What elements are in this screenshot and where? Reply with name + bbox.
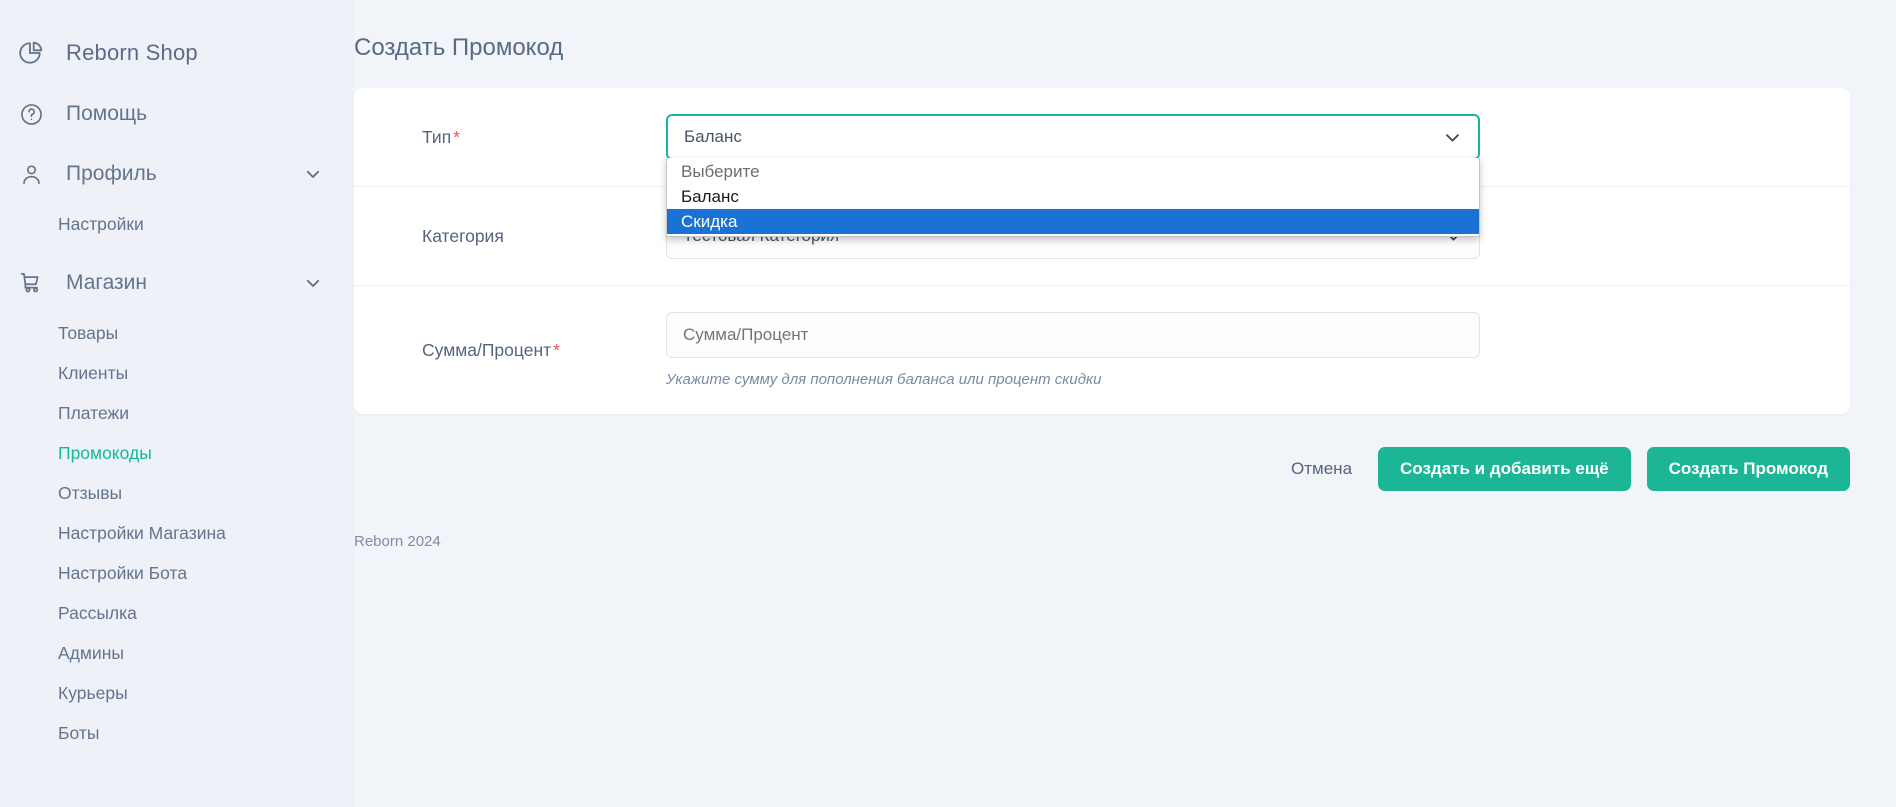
create-promocode-button[interactable]: Создать Промокод bbox=[1646, 447, 1850, 491]
sidebar-item-admins-label: Админы bbox=[58, 642, 124, 663]
sidebar-item-settings-label: Настройки bbox=[58, 213, 144, 234]
amount-field-label: Сумма/Процент * bbox=[388, 340, 666, 361]
cancel-button[interactable]: Отмена bbox=[1281, 453, 1362, 485]
content-inner: Создать Промокод Тип * Баланс Выберите Б… bbox=[354, 0, 1850, 550]
type-option-discount[interactable]: Скидка bbox=[667, 209, 1479, 234]
brand-label: Reborn Shop bbox=[66, 40, 198, 65]
type-option-placeholder[interactable]: Выберите bbox=[667, 159, 1479, 184]
amount-hint: Укажите сумму для пополнения баланса или… bbox=[666, 371, 1102, 388]
form-row-type: Тип * Баланс Выберите Баланс Скидка bbox=[354, 88, 1850, 237]
sidebar-item-bot-settings[interactable]: Настройки Бота bbox=[0, 553, 354, 593]
amount-field-col: Укажите сумму для пополнения баланса или… bbox=[666, 312, 1480, 388]
chevron-down-icon bbox=[304, 165, 322, 183]
type-option-balance[interactable]: Баланс bbox=[667, 184, 1479, 209]
user-icon bbox=[14, 157, 48, 191]
type-field-col: Баланс Выберите Баланс Скидка bbox=[666, 114, 1480, 237]
question-circle-icon bbox=[14, 97, 48, 131]
sidebar-item-bot-settings-label: Настройки Бота bbox=[58, 562, 188, 583]
form-row-amount: Сумма/Процент* Укажите сумму для пополне… bbox=[354, 286, 1850, 414]
brand[interactable]: Reborn Shop bbox=[0, 22, 354, 84]
sidebar-item-shop-settings[interactable]: Настройки Магазина bbox=[0, 513, 354, 553]
sidebar-group-shop[interactable]: Магазин bbox=[0, 253, 354, 313]
category-field-label: Категория bbox=[388, 226, 666, 247]
sidebar-item-products-label: Товары bbox=[58, 322, 119, 343]
shopping-cart-icon bbox=[14, 266, 48, 300]
sidebar-item-payments[interactable]: Платежи bbox=[0, 393, 354, 433]
sidebar-item-mailing-label: Рассылка bbox=[58, 602, 137, 623]
sidebar-group-profile-label: Профиль bbox=[66, 162, 157, 185]
category-field-label-text: Категория bbox=[422, 225, 504, 246]
sidebar-item-couriers-label: Курьеры bbox=[58, 682, 128, 703]
app-root: Reborn Shop Помощь Профиль Настройки Маг… bbox=[0, 0, 1896, 807]
pie-chart-icon bbox=[14, 36, 48, 70]
sidebar-item-mailing[interactable]: Рассылка bbox=[0, 593, 354, 633]
sidebar-item-clients[interactable]: Клиенты bbox=[0, 353, 354, 393]
amount-required-mark: * bbox=[553, 339, 560, 360]
sidebar-item-couriers[interactable]: Курьеры bbox=[0, 673, 354, 713]
sidebar-item-shop-settings-label: Настройки Магазина bbox=[58, 522, 226, 543]
sidebar-item-admins[interactable]: Админы bbox=[0, 633, 354, 673]
create-and-add-button[interactable]: Создать и добавить ещё bbox=[1378, 447, 1631, 491]
sidebar-item-reviews-label: Отзывы bbox=[58, 482, 123, 503]
type-required-mark: * bbox=[453, 126, 460, 147]
page-title: Создать Промокод bbox=[354, 34, 564, 61]
sidebar-item-payments-label: Платежи bbox=[58, 402, 129, 423]
sidebar-item-promocodes-label: Промокоды bbox=[58, 442, 152, 463]
promocode-form-card: Тип * Баланс Выберите Баланс Скидка Кате… bbox=[354, 88, 1850, 414]
type-field-label-text: Тип bbox=[422, 126, 452, 147]
chevron-down-icon bbox=[1443, 128, 1462, 147]
type-select-dropdown[interactable]: Выберите Баланс Скидка bbox=[666, 158, 1480, 237]
form-actions: Отмена Создать и добавить ещё Создать Пр… bbox=[354, 447, 1850, 491]
sidebar-item-bots[interactable]: Боты bbox=[0, 713, 354, 753]
type-field-label: Тип * bbox=[388, 127, 666, 148]
sidebar-item-promocodes[interactable]: Промокоды bbox=[0, 433, 354, 473]
amount-field-label-text: Сумма/Процент bbox=[422, 339, 552, 360]
type-select[interactable]: Баланс bbox=[666, 114, 1480, 160]
sidebar-item-help[interactable]: Помощь bbox=[0, 84, 354, 144]
sidebar-item-settings[interactable]: Настройки bbox=[0, 204, 354, 244]
sidebar: Reborn Shop Помощь Профиль Настройки Маг… bbox=[0, 0, 354, 807]
sidebar-group-profile[interactable]: Профиль bbox=[0, 144, 354, 204]
main-content: Создать Промокод Тип * Баланс Выберите Б… bbox=[354, 0, 1896, 807]
sidebar-item-products[interactable]: Товары bbox=[0, 313, 354, 353]
sidebar-group-shop-label: Магазин bbox=[66, 271, 148, 294]
sidebar-item-help-label: Помощь bbox=[66, 102, 148, 125]
sidebar-item-reviews[interactable]: Отзывы bbox=[0, 473, 354, 513]
type-select-value: Баланс bbox=[684, 127, 742, 146]
sidebar-item-bots-label: Боты bbox=[58, 722, 100, 743]
footer-text: Reborn 2024 bbox=[354, 533, 441, 550]
sidebar-item-clients-label: Клиенты bbox=[58, 362, 129, 383]
amount-input[interactable] bbox=[666, 312, 1480, 358]
chevron-down-icon bbox=[304, 274, 322, 292]
